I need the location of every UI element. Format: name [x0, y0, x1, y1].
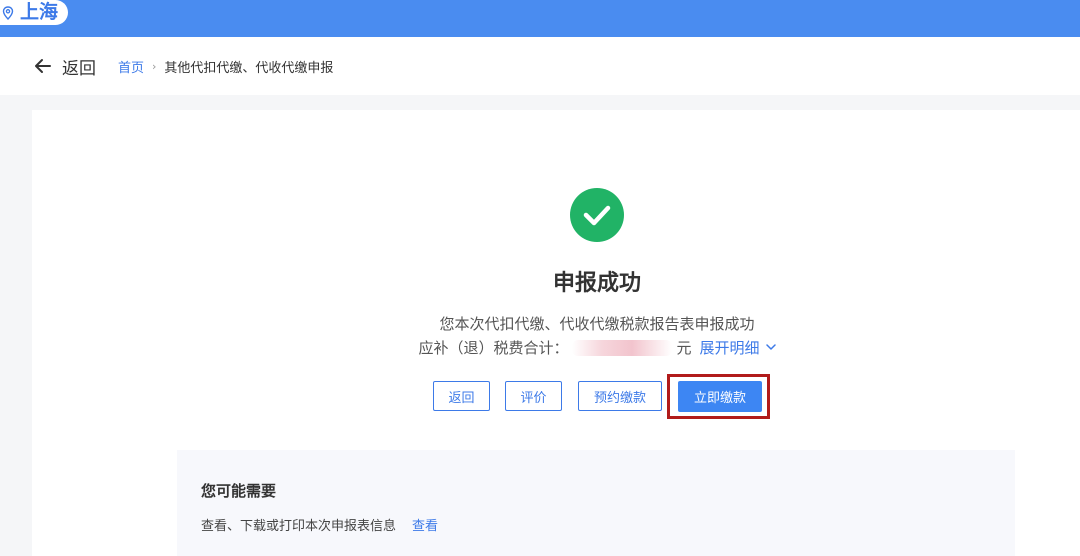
result-card: 申报成功 您本次代扣代缴、代收代缴税款报告表申报成功 应补（退）税费合计： 元 … [32, 110, 1080, 556]
expand-details-label: 展开明细 [699, 339, 760, 357]
suggestion-item: 查看、下载或打印本次申报表信息 查看 [201, 515, 438, 534]
pay-now-highlight: 立即缴款 [667, 374, 770, 419]
suggestion-text: 查看、下载或打印本次申报表信息 [201, 519, 397, 534]
pay-now-button[interactable]: 立即缴款 [678, 381, 762, 412]
breadcrumb-separator: › [152, 59, 157, 73]
page-title: 申报成功 [552, 271, 641, 296]
back-button[interactable]: 返回 [34, 54, 96, 79]
tax-total-unit: 元 [676, 339, 692, 357]
breadcrumb-home[interactable]: 首页 [118, 57, 144, 76]
return-button[interactable]: 返回 [433, 381, 490, 411]
suggestions-title: 您可能需要 [201, 482, 277, 500]
tax-total-line: 应补（退）税费合计： 元 展开明细 [32, 337, 1080, 358]
chevron-down-icon [765, 344, 776, 350]
check-circle-icon [570, 188, 624, 242]
expand-details-link[interactable]: 展开明细 [700, 337, 776, 358]
rate-button[interactable]: 评价 [505, 381, 562, 411]
nav-bar: 返回 首页 › 其他代扣代缴、代收代缴申报 [0, 37, 1080, 95]
location-pin-icon [2, 5, 14, 20]
appoint-payment-button[interactable]: 预约缴款 [578, 381, 662, 411]
location-selector[interactable]: 上海 [0, 0, 69, 25]
breadcrumb: 首页 › 其他代扣代缴、代收代缴申报 [118, 57, 333, 76]
arrow-left-icon [35, 59, 51, 73]
breadcrumb-current: 其他代扣代缴、代收代缴申报 [164, 60, 334, 76]
result-description: 您本次代扣代缴、代收代缴税款报告表申报成功 [439, 315, 755, 333]
redacted-amount [572, 339, 673, 356]
view-link[interactable]: 查看 [412, 515, 438, 534]
back-label: 返回 [62, 58, 96, 79]
suggestions-panel: 您可能需要 查看、下载或打印本次申报表信息 查看 [177, 450, 1015, 556]
top-bar: 上海 [0, 0, 1080, 37]
city-label: 上海 [20, 1, 59, 23]
tax-total-label: 应补（退）税费合计： [418, 339, 569, 357]
